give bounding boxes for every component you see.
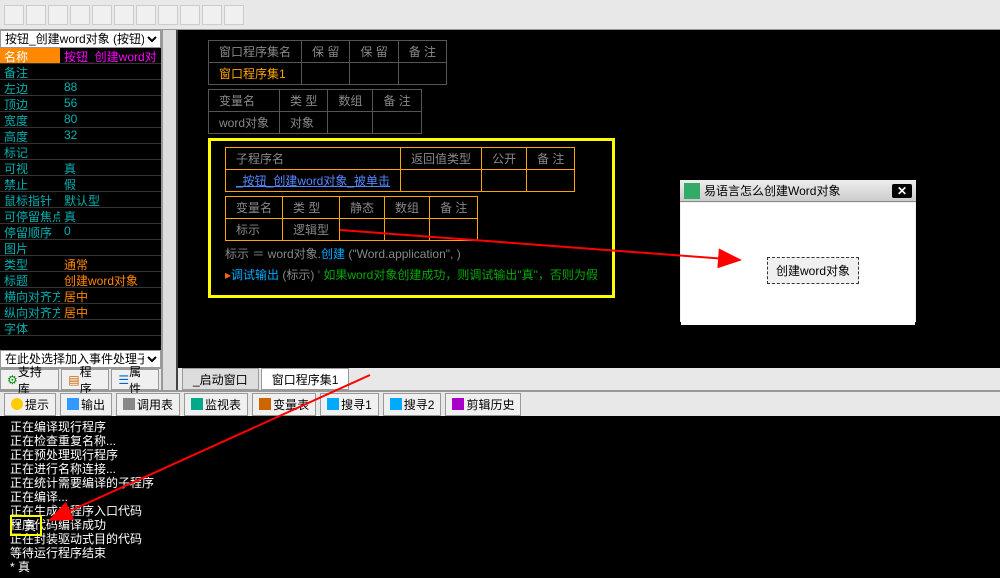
- prop-row[interactable]: 纵向对齐方式居中: [0, 304, 161, 320]
- prop-row[interactable]: 图片: [0, 240, 161, 256]
- toolbar-icon[interactable]: [92, 5, 112, 25]
- prop-row[interactable]: 停留顺序0: [0, 224, 161, 240]
- output-panel: 提示 输出 调用表 监视表 变量表 搜寻1 搜寻2 剪辑历史 正在编译现行程序 …: [0, 390, 1000, 548]
- tab-search2[interactable]: 搜寻2: [383, 393, 442, 416]
- var-table-1: 变量名类 型数组备 注 word对象对象: [208, 89, 422, 134]
- prop-row[interactable]: 顶边56: [0, 96, 161, 112]
- sub-table: 子程序名返回值类型公开备 注 _按钮_创建word对象_被单击: [225, 147, 575, 192]
- toolbar-icon[interactable]: [224, 5, 244, 25]
- code-tabs: _启动窗口 窗口程序集1: [178, 368, 1000, 390]
- preview-title-text: 易语言怎么创建Word对象: [704, 182, 840, 199]
- tab-watch[interactable]: 监视表: [184, 393, 248, 416]
- module-table: 窗口程序集名保 留保 留备 注 窗口程序集1: [208, 40, 447, 85]
- var-table-2: 变量名类 型静态数组备 注 标示逻辑型: [225, 196, 478, 241]
- create-word-button[interactable]: 创建word对象: [767, 257, 859, 284]
- bottom-tabs: 提示 输出 调用表 监视表 变量表 搜寻1 搜寻2 剪辑历史: [0, 392, 1000, 416]
- tab-vartable[interactable]: 变量表: [252, 393, 316, 416]
- tab-hint[interactable]: 提示: [4, 393, 56, 416]
- toolbar-icon[interactable]: [114, 5, 134, 25]
- app-icon: [684, 183, 700, 199]
- prop-row[interactable]: 备注: [0, 64, 161, 80]
- tab-search1[interactable]: 搜寻1: [320, 393, 379, 416]
- tab-start-window[interactable]: _启动窗口: [182, 368, 259, 390]
- preview-titlebar[interactable]: 易语言怎么创建Word对象 ✕: [680, 180, 916, 202]
- toolbar-icon[interactable]: [158, 5, 178, 25]
- code-line-1: 标示 ＝ word对象.创建 ("Word.application", ): [225, 245, 598, 262]
- tab-module-1[interactable]: 窗口程序集1: [261, 368, 350, 390]
- prop-row[interactable]: 名称按钮_创建word对: [0, 48, 161, 64]
- toolbar-icon[interactable]: [26, 5, 46, 25]
- toolbar-icon[interactable]: [4, 5, 24, 25]
- prop-row[interactable]: 标题创建word对象: [0, 272, 161, 288]
- prop-row[interactable]: 可停留焦点真: [0, 208, 161, 224]
- tab-support-lib[interactable]: ⚙支持库: [0, 369, 59, 390]
- left-tabs: ⚙支持库 ▤程序 ☰属性: [0, 368, 161, 390]
- prop-row[interactable]: 高度32: [0, 128, 161, 144]
- prop-row[interactable]: 标记: [0, 144, 161, 160]
- highlighted-subroutine: 子程序名返回值类型公开备 注 _按钮_创建word对象_被单击 变量名类 型静态…: [208, 138, 615, 298]
- prop-row[interactable]: 禁止假: [0, 176, 161, 192]
- properties-panel: 按钮_创建word对象 (按钮) 名称按钮_创建word对备注左边88顶边56宽…: [0, 30, 162, 390]
- output-true-marker: * 真: [10, 515, 42, 536]
- splitter[interactable]: [162, 30, 176, 390]
- property-grid[interactable]: 名称按钮_创建word对备注左边88顶边56宽度80高度32标记可视真禁止假鼠标…: [0, 48, 161, 350]
- toolbar-icon[interactable]: [48, 5, 68, 25]
- prop-row[interactable]: 宽度80: [0, 112, 161, 128]
- object-selector[interactable]: 按钮_创建word对象 (按钮): [0, 30, 161, 48]
- toolbar-icon[interactable]: [136, 5, 156, 25]
- tab-calltable[interactable]: 调用表: [116, 393, 180, 416]
- prop-row[interactable]: 字体: [0, 320, 161, 336]
- prop-row[interactable]: 左边88: [0, 80, 161, 96]
- prop-row[interactable]: 可视真: [0, 160, 161, 176]
- preview-window[interactable]: 易语言怎么创建Word对象 ✕ 创建word对象: [678, 178, 918, 324]
- toolbar-icon[interactable]: [70, 5, 90, 25]
- tab-cliphistory[interactable]: 剪辑历史: [445, 393, 521, 416]
- prop-row[interactable]: 横向对齐方式居中: [0, 288, 161, 304]
- tab-output[interactable]: 输出: [60, 393, 112, 416]
- tab-properties[interactable]: ☰属性: [111, 369, 159, 390]
- toolbar-icon[interactable]: [180, 5, 200, 25]
- close-icon[interactable]: ✕: [892, 184, 912, 198]
- prop-row[interactable]: 鼠标指针默认型: [0, 192, 161, 208]
- prop-row[interactable]: 类型通常: [0, 256, 161, 272]
- top-toolbar: [0, 0, 1000, 30]
- output-text: 正在编译现行程序 正在检查重复名称... 正在预处理现行程序 正在进行名称连接.…: [0, 416, 1000, 578]
- toolbar-icon[interactable]: [202, 5, 222, 25]
- tab-program[interactable]: ▤程序: [61, 369, 109, 390]
- code-line-2: ▸调试输出 (标示) ' 如果word对象创建成功，则调试输出"真"，否则为假: [225, 266, 598, 283]
